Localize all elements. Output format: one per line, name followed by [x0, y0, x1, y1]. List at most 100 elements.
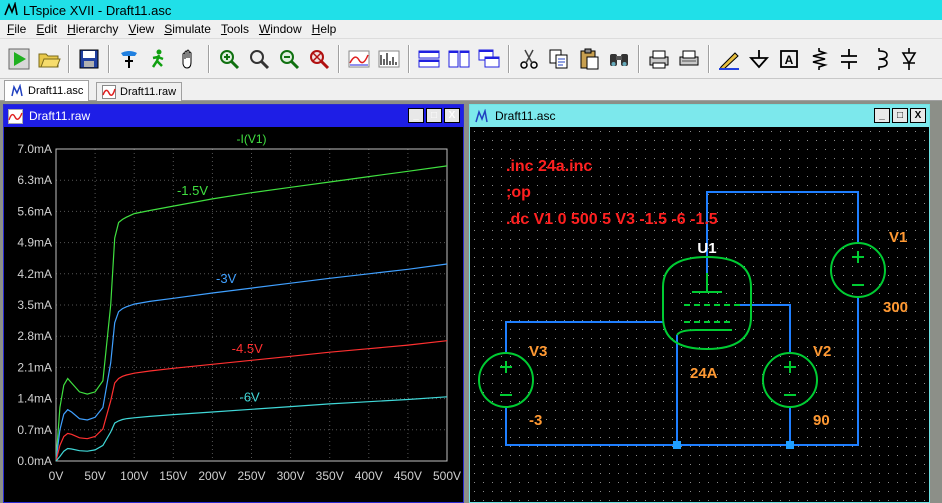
- v1-value-label: 300: [883, 299, 908, 316]
- find-button[interactable]: [604, 44, 634, 74]
- paste-button[interactable]: [574, 44, 604, 74]
- zoom-out-button[interactable]: [244, 44, 274, 74]
- close-button[interactable]: X: [444, 108, 460, 123]
- menu-simulate[interactable]: Simulate: [159, 22, 216, 36]
- x-tick-label: 100V: [120, 469, 148, 483]
- save-icon: [79, 49, 99, 68]
- toolbar-separator: [508, 44, 510, 73]
- minimize-button[interactable]: _: [874, 108, 890, 123]
- resistor-button[interactable]: [804, 44, 834, 74]
- tab-draft11-asc[interactable]: Draft11.asc: [4, 80, 90, 101]
- waveform-plot[interactable]: 0V 50V 100V 150V 200V 250V 300V 350V 400V 450V 500…: [4, 127, 463, 502]
- zoom-back-icon: [280, 49, 300, 69]
- close-button[interactable]: X: [910, 108, 926, 123]
- run-button[interactable]: [4, 44, 34, 74]
- open-folder-button[interactable]: [34, 44, 64, 74]
- x-tick-label: 200V: [198, 469, 226, 483]
- waveform-window[interactable]: Draft11.raw _ □ X 0V 50V 100V 150V 200V 250V 3…: [3, 104, 464, 503]
- spice-directive[interactable]: .dc V1 0 500 5 V3 -1.5 -6 -1.5: [506, 211, 718, 228]
- schematic-icon: [475, 108, 488, 122]
- waveform-window-titlebar[interactable]: Draft11.raw _ □ X: [4, 105, 463, 127]
- halt-button[interactable]: [144, 44, 174, 74]
- cut-button[interactable]: [514, 44, 544, 74]
- waveform-icon: [102, 85, 116, 99]
- menu-window[interactable]: Window: [254, 22, 307, 36]
- capacitor-button[interactable]: [834, 44, 864, 74]
- toolbar-separator: [408, 44, 410, 73]
- capacitor-icon: [841, 48, 857, 69]
- menu-file[interactable]: File: [2, 22, 31, 36]
- zoom-fit-icon: [310, 49, 330, 69]
- print-button[interactable]: [644, 44, 674, 74]
- v3-ref-label: V3: [529, 343, 547, 360]
- diode-button[interactable]: [894, 44, 924, 74]
- tile-vertical-icon: [448, 50, 470, 67]
- menu-hierarchy[interactable]: Hierarchy: [62, 22, 123, 36]
- label-net-button[interactable]: A: [774, 44, 804, 74]
- v2-ref-label: V2: [813, 343, 831, 360]
- junction-dot: [673, 441, 681, 449]
- toolbar-separator: [68, 44, 70, 73]
- tab-label: Draft11.raw: [120, 86, 177, 98]
- v3-value-label: -3: [529, 412, 542, 429]
- tube-ref-label: U1: [697, 240, 716, 257]
- fft-button[interactable]: [374, 44, 404, 74]
- control-panel-button[interactable]: [114, 44, 144, 74]
- window-title: LTspice XVII - Draft11.asc: [23, 2, 172, 18]
- svg-text:A: A: [785, 53, 794, 67]
- schematic-window-titlebar[interactable]: Draft11.asc _ □ X: [470, 105, 929, 127]
- zoom-in-button[interactable]: [214, 44, 244, 74]
- paste-icon: [580, 48, 599, 69]
- schematic-window[interactable]: Draft11.asc _ □ X U1 24A V1 300 V2 90 V3…: [469, 104, 930, 503]
- pan-hand-button[interactable]: [174, 44, 204, 74]
- menu-label-rest: elp: [320, 22, 337, 36]
- schematic-canvas[interactable]: U1 24A V1 300 V2 90 V3 -3 .inc 24a.inc ;…: [470, 127, 929, 502]
- menu-label-rest: dit: [44, 22, 58, 36]
- menu-label-rest: ierarchy: [75, 22, 119, 36]
- zoom-out-icon: [250, 49, 270, 69]
- junction-dot: [786, 441, 794, 449]
- draw-wire-button[interactable]: [714, 44, 744, 74]
- zoom-fit-button[interactable]: [304, 44, 334, 74]
- minimize-button[interactable]: _: [408, 108, 424, 123]
- trace-title: -I(V1): [237, 132, 267, 146]
- print-setup-button[interactable]: [674, 44, 704, 74]
- menu-label-rest: ile: [14, 22, 27, 36]
- y-tick-label: 5.6mA: [17, 204, 52, 218]
- y-tick-label: 7.0mA: [17, 142, 52, 156]
- menu-label-rest: iew: [136, 22, 155, 36]
- v2-value-label: 90: [813, 412, 830, 429]
- x-tick-label: 350V: [316, 469, 344, 483]
- y-tick-label: 2.8mA: [17, 329, 52, 343]
- spice-directive[interactable]: .inc 24a.inc: [506, 158, 592, 175]
- waveform-window-title: Draft11.raw: [29, 109, 91, 123]
- tile-horizontal-button[interactable]: [414, 44, 444, 74]
- x-tick-label: 50V: [84, 469, 105, 483]
- mdi-workspace: Draft11.raw _ □ X 0V 50V 100V 150V 200V 250V 3…: [0, 101, 942, 503]
- menu-view[interactable]: View: [123, 22, 159, 36]
- spice-comment[interactable]: ;op: [506, 184, 531, 201]
- tab-draft11-raw[interactable]: Draft11.raw: [96, 82, 183, 101]
- copy-button[interactable]: [544, 44, 574, 74]
- maximize-button[interactable]: □: [426, 108, 442, 123]
- run-icon: [8, 48, 30, 69]
- fft-icon: [378, 50, 400, 67]
- tile-vertical-button[interactable]: [444, 44, 474, 74]
- inductor-button[interactable]: [864, 44, 894, 74]
- save-button[interactable]: [74, 44, 104, 74]
- maximize-button[interactable]: □: [892, 108, 908, 123]
- menu-edit[interactable]: Edit: [31, 22, 62, 36]
- x-tick-label: 400V: [355, 469, 383, 483]
- toolbar-separator: [338, 44, 340, 73]
- y-tick-label: 2.1mA: [17, 360, 52, 374]
- y-tick-label: 3.5mA: [17, 298, 52, 312]
- x-tick-label: 300V: [277, 469, 305, 483]
- menu-help[interactable]: Help: [307, 22, 342, 36]
- document-tab-bar: Draft11.asc Draft11.raw: [0, 79, 942, 101]
- menu-tools[interactable]: Tools: [216, 22, 254, 36]
- print-icon: [649, 50, 669, 68]
- autorange-button[interactable]: [344, 44, 374, 74]
- cascade-button[interactable]: [474, 44, 504, 74]
- ground-button[interactable]: [744, 44, 774, 74]
- zoom-back-button[interactable]: [274, 44, 304, 74]
